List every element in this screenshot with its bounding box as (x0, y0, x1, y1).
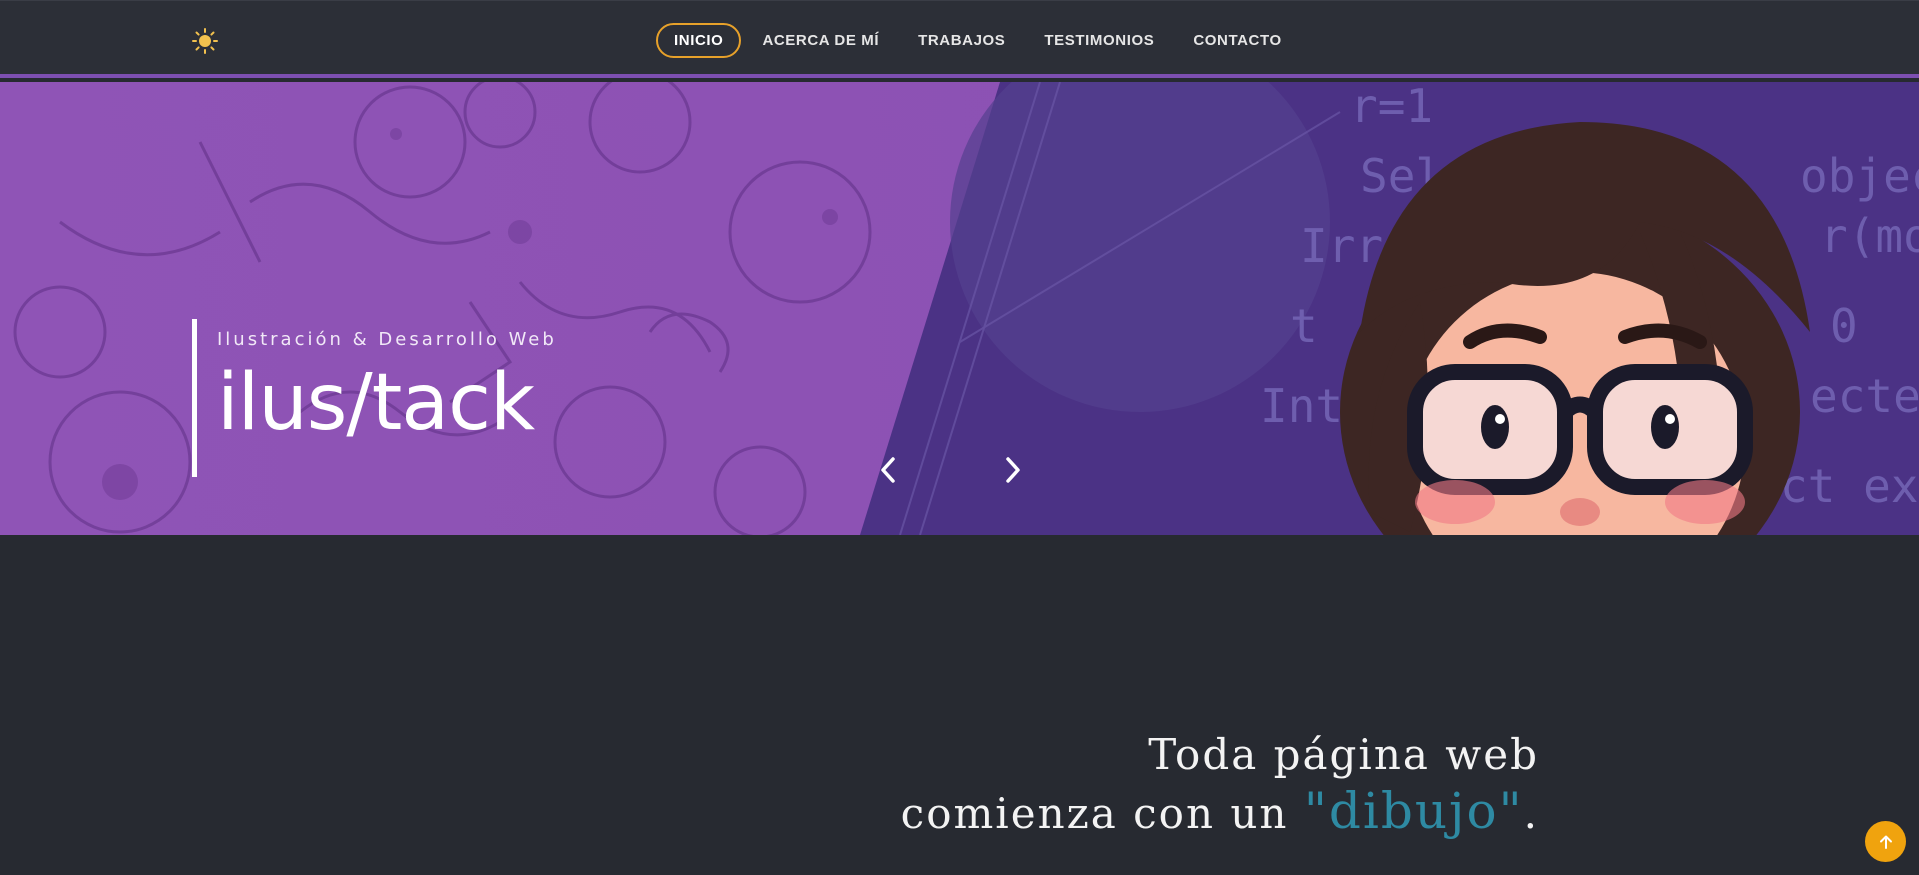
carousel-next-button[interactable] (993, 450, 1033, 490)
hero-caption: Ilustración & Desarrollo Web ilus/tack (192, 319, 612, 477)
svg-text:ected: ected (1810, 369, 1919, 423)
sun-icon (192, 28, 218, 54)
svg-text:r(mod: r(mod (1820, 209, 1919, 263)
nav-item-inicio[interactable]: INICIO (656, 23, 742, 58)
nav-menu: INICIO ACERCA DE MÍ TRABAJOS TESTIMONIOS… (656, 23, 1303, 58)
scroll-to-top-button[interactable] (1865, 821, 1906, 862)
svg-text:Irr: Irr (1300, 219, 1383, 273)
hero-subtitle: Ilustración & Desarrollo Web (217, 329, 557, 350)
svg-text:Int: Int (1260, 379, 1343, 433)
nav-item-contacto[interactable]: CONTACTO (1175, 23, 1299, 58)
hero-carousel: r=1 Sel objects Irr r(mod t 0 Int ected … (0, 82, 1919, 535)
tagline-highlight: "dibujo" (1303, 782, 1524, 840)
tagline-line-2-prefix: comienza con un (900, 789, 1304, 838)
nav-item-acerca-de-mi[interactable]: ACERCA DE MÍ (744, 23, 897, 58)
svg-text:t: t (1290, 299, 1318, 353)
svg-text:ct ex: ct ex (1780, 459, 1918, 513)
arrow-up-icon (1879, 835, 1892, 849)
svg-text:0: 0 (1830, 299, 1858, 353)
tagline-line-1: Toda página web (1148, 730, 1539, 779)
tagline-line-2: comienza con un "dibujo". (901, 783, 1539, 842)
svg-text:objects: objects (1800, 149, 1919, 203)
hero-title: ilus/tack (217, 358, 535, 448)
theme-toggle-button[interactable] (190, 26, 220, 56)
carousel-prev-button[interactable] (868, 450, 908, 490)
nav-item-trabajos[interactable]: TRABAJOS (900, 23, 1023, 58)
tagline-line-2-suffix: . (1523, 789, 1539, 838)
svg-text:r=1: r=1 (1350, 82, 1433, 133)
tagline: Toda página web comienza con un "dibujo"… (901, 727, 1539, 842)
navbar: INICIO ACERCA DE MÍ TRABAJOS TESTIMONIOS… (0, 0, 1919, 78)
chevron-right-icon (1006, 457, 1020, 483)
nav-item-testimonios[interactable]: TESTIMONIOS (1026, 23, 1172, 58)
navbar-accent-line (0, 74, 1919, 78)
chevron-left-icon (881, 457, 895, 483)
